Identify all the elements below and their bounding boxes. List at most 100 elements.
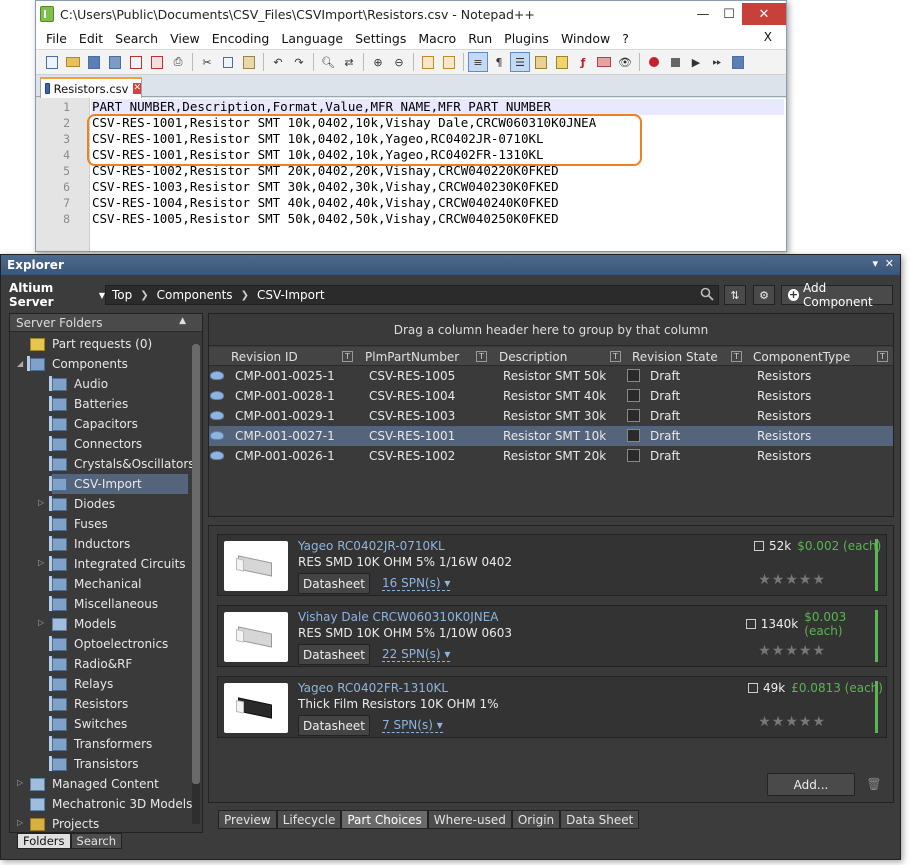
tree-item-part-requests[interactable]: Part requests (0) [30,334,152,354]
column-revision-state[interactable]: Revision State [632,347,718,366]
open-file-icon[interactable] [63,52,83,72]
find-icon[interactable]: 🔍︎ [318,52,338,72]
tree-item-optoelectronics[interactable]: Optoelectronics [49,634,168,654]
expand-arrow-icon[interactable]: ▷ [38,558,44,567]
tab-folders[interactable]: Folders [17,833,71,849]
menu-window[interactable]: Window [555,31,616,46]
expand-arrow-icon[interactable]: ▷ [17,778,23,787]
menu-language[interactable]: Language [275,31,349,46]
column-plm-part-number[interactable]: PlmPartNumber [365,347,459,366]
zoom-out-icon[interactable]: ⊖ [389,52,409,72]
tab-origin[interactable]: Origin [511,810,561,829]
tree-item-capacitors[interactable]: Capacitors [49,414,138,434]
search-icon[interactable] [700,287,714,301]
menu-edit[interactable]: Edit [73,31,109,46]
menu-macro[interactable]: Macro [412,31,462,46]
tab-lifecycle[interactable]: Lifecycle [276,810,342,829]
play-macro-icon[interactable]: ▶ [686,52,706,72]
menu-help[interactable]: ? [616,31,635,46]
tree-item-projects[interactable]: Projects [30,814,99,834]
language-icon[interactable] [531,52,551,72]
menu-plugins[interactable]: Plugins [498,31,555,46]
part-choice-card[interactable]: Vishay Dale CRCW060310K0JNEA RES SMD 10K… [217,605,887,667]
tree-item-connectors[interactable]: Connectors [49,434,142,454]
tree-item-radio-rf[interactable]: Radio&RF [49,654,132,674]
spn-dropdown[interactable]: 7 SPN(s) ▾ [382,718,443,733]
part-choice-card[interactable]: Yageo RC0402FR-1310KL Thick Film Resisto… [217,676,887,738]
menu-run[interactable]: Run [462,31,498,46]
print-icon[interactable]: ⎙ [168,52,188,72]
tab-data-sheet[interactable]: Data Sheet [560,810,640,829]
tree-item-managed-content[interactable]: Managed Content [30,774,159,794]
close-document-button[interactable]: X [758,30,778,44]
spn-dropdown[interactable]: 22 SPN(s) ▾ [382,647,451,662]
expand-arrow-icon[interactable]: ▷ [38,498,44,507]
table-row[interactable]: CMP-001-0026-1 CSV-RES-1002 Resistor SMT… [209,446,893,466]
tree-item-integrated-circuits[interactable]: Integrated Circuits [49,554,186,574]
refresh-icon[interactable]: ⇅ [724,285,746,305]
expand-arrow-icon[interactable]: ◢ [17,359,23,368]
column-description[interactable]: Description [499,347,567,366]
tree-item-miscellaneous[interactable]: Miscellaneous [49,594,158,614]
sync-horizontal-icon[interactable] [439,52,459,72]
rating-stars[interactable]: ★★★★★ [758,714,826,730]
datasheet-button[interactable]: Datasheet [298,715,370,736]
copy-icon[interactable] [218,52,238,72]
indent-guide-icon[interactable]: ☰ [510,52,530,72]
rating-stars[interactable]: ★★★★★ [758,572,826,588]
filter-icon[interactable]: T [877,351,888,362]
sync-vertical-icon[interactable] [418,52,438,72]
tree-item-fuses[interactable]: Fuses [49,514,108,534]
show-all-chars-icon[interactable]: ¶ [489,52,509,72]
tab-where-used[interactable]: Where-used [427,810,512,829]
filter-icon[interactable]: T [731,351,742,362]
breadcrumb-top[interactable]: Top [112,288,132,302]
tree-item-diodes[interactable]: Diodes [49,494,115,514]
folder-workspace-icon[interactable] [594,52,614,72]
breadcrumb-csv-import[interactable]: CSV-Import [257,288,325,302]
paste-icon[interactable] [239,52,259,72]
gear-icon[interactable]: ⚙ [753,285,775,305]
datasheet-button[interactable]: Datasheet [298,644,370,665]
breadcrumb-components[interactable]: Components [157,288,233,302]
part-manufacturer-link[interactable]: Yageo RC0402JR-0710KL [298,539,445,553]
filter-icon[interactable]: T [610,351,621,362]
tree-item-models[interactable]: Models [52,614,116,634]
spn-dropdown[interactable]: 16 SPN(s) ▾ [382,576,451,591]
replace-icon[interactable]: ⇄ [339,52,359,72]
expand-arrow-icon[interactable]: ▷ [17,818,23,827]
save-all-icon[interactable] [105,52,125,72]
trash-icon[interactable]: 🗑︎ [863,774,885,794]
part-choice-card[interactable]: Yageo RC0402JR-0710KL RES SMD 10K OHM 5%… [217,534,887,596]
tree-item-audio[interactable]: Audio [49,374,108,394]
menu-view[interactable]: View [164,31,206,46]
tree-item-mechanical[interactable]: Mechanical [49,574,142,594]
panel-menu-icon[interactable]: ▾ [872,257,878,270]
menu-settings[interactable]: Settings [349,31,412,46]
word-wrap-icon[interactable]: ≡ [468,52,488,72]
expand-arrow-icon[interactable]: ▷ [38,618,44,627]
scroll-up-icon[interactable]: ▲ [179,316,186,326]
tab-preview[interactable]: Preview [218,810,277,829]
server-selector[interactable]: Altium Server ▼ [9,281,105,309]
new-file-icon[interactable] [42,52,62,72]
tree-item-crystals[interactable]: Crystals&Oscillators [49,454,195,474]
record-macro-icon[interactable] [644,52,664,72]
group-by-hint[interactable]: Drag a column header here to group by th… [209,314,893,346]
tree-item-batteries[interactable]: Batteries [49,394,128,414]
filter-icon[interactable]: T [342,351,353,362]
table-row[interactable]: CMP-001-0028-1 CSV-RES-1004 Resistor SMT… [209,386,893,406]
close-all-icon[interactable] [147,52,167,72]
save-macro-icon[interactable] [728,52,748,72]
undo-icon[interactable]: ↶ [268,52,288,72]
column-component-type[interactable]: ComponentType [753,347,850,366]
zoom-in-icon[interactable]: ⊕ [368,52,388,72]
panel-close-icon[interactable]: ✕ [885,257,894,270]
table-row[interactable]: CMP-001-0029-1 CSV-RES-1003 Resistor SMT… [209,406,893,426]
rating-stars[interactable]: ★★★★★ [758,643,826,659]
tab-part-choices[interactable]: Part Choices [341,810,428,829]
part-manufacturer-link[interactable]: Vishay Dale CRCW060310K0JNEA [298,610,499,624]
tab-close-icon[interactable]: ✕ [133,83,141,94]
tree-item-relays[interactable]: Relays [49,674,113,694]
folders-scrollbar[interactable] [192,344,200,824]
